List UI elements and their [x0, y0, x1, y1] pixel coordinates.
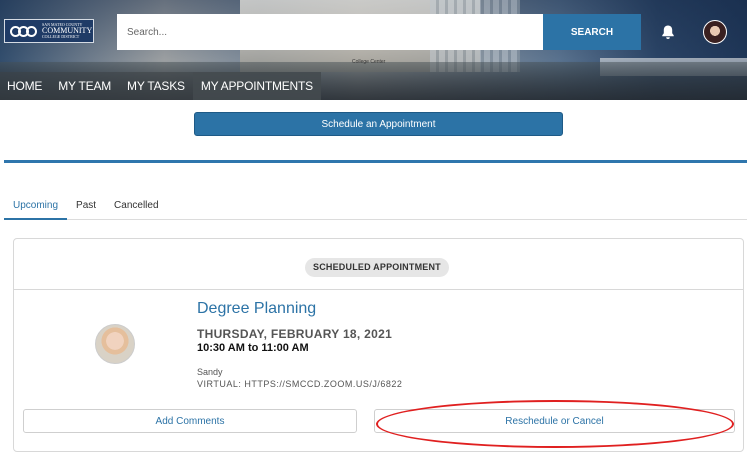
- avatar[interactable]: [703, 20, 727, 44]
- appointment-title[interactable]: Degree Planning: [197, 300, 316, 318]
- reschedule-or-cancel-button[interactable]: Reschedule or Cancel: [374, 409, 735, 433]
- appointment-date: THURSDAY, FEBRUARY 18, 2021: [197, 327, 393, 341]
- add-comments-button[interactable]: Add Comments: [23, 409, 357, 433]
- tab-cancelled[interactable]: Cancelled: [105, 196, 167, 219]
- section-divider: [4, 160, 747, 163]
- appointment-time: 10:30 AM to 11:00 AM: [197, 342, 309, 354]
- appointment-location: VIRTUAL: HTTPS://SMCCD.ZOOM.US/J/6822: [197, 379, 403, 389]
- advisor-avatar: [95, 324, 135, 364]
- header-banner: College Center SAN MATEO COUNTY COMMUNIT…: [0, 0, 747, 100]
- district-logo[interactable]: SAN MATEO COUNTY COMMUNITY COLLEGE DISTR…: [4, 19, 94, 43]
- appointment-person: Sandy: [197, 367, 223, 377]
- nav-item-home[interactable]: HOME: [0, 72, 50, 100]
- tab-past[interactable]: Past: [67, 196, 105, 219]
- main-nav: HOME MY TEAM MY TASKS MY APPOINTMENTS: [0, 72, 321, 100]
- search-input[interactable]: [117, 14, 544, 50]
- schedule-appointment-button[interactable]: Schedule an Appointment: [194, 112, 563, 136]
- logo-text: SAN MATEO COUNTY COMMUNITY COLLEGE DISTR…: [42, 22, 92, 40]
- appointment-card-header: SCHEDULED APPOINTMENT: [14, 239, 743, 290]
- tab-upcoming[interactable]: Upcoming: [4, 196, 68, 220]
- appointment-tabs: Upcoming Past Cancelled: [4, 196, 747, 220]
- nav-item-my-team[interactable]: MY TEAM: [50, 72, 119, 100]
- search-button[interactable]: SEARCH: [543, 14, 641, 50]
- appointment-card: SCHEDULED APPOINTMENT Degree Planning TH…: [13, 238, 744, 452]
- status-badge: SCHEDULED APPOINTMENT: [305, 258, 449, 277]
- bell-icon[interactable]: [660, 24, 676, 40]
- nav-item-my-tasks[interactable]: MY TASKS: [119, 72, 193, 100]
- banner-sign-text: College Center: [352, 59, 386, 65]
- nav-item-my-appointments[interactable]: MY APPOINTMENTS: [192, 72, 321, 100]
- logo-rings-icon: [10, 25, 37, 37]
